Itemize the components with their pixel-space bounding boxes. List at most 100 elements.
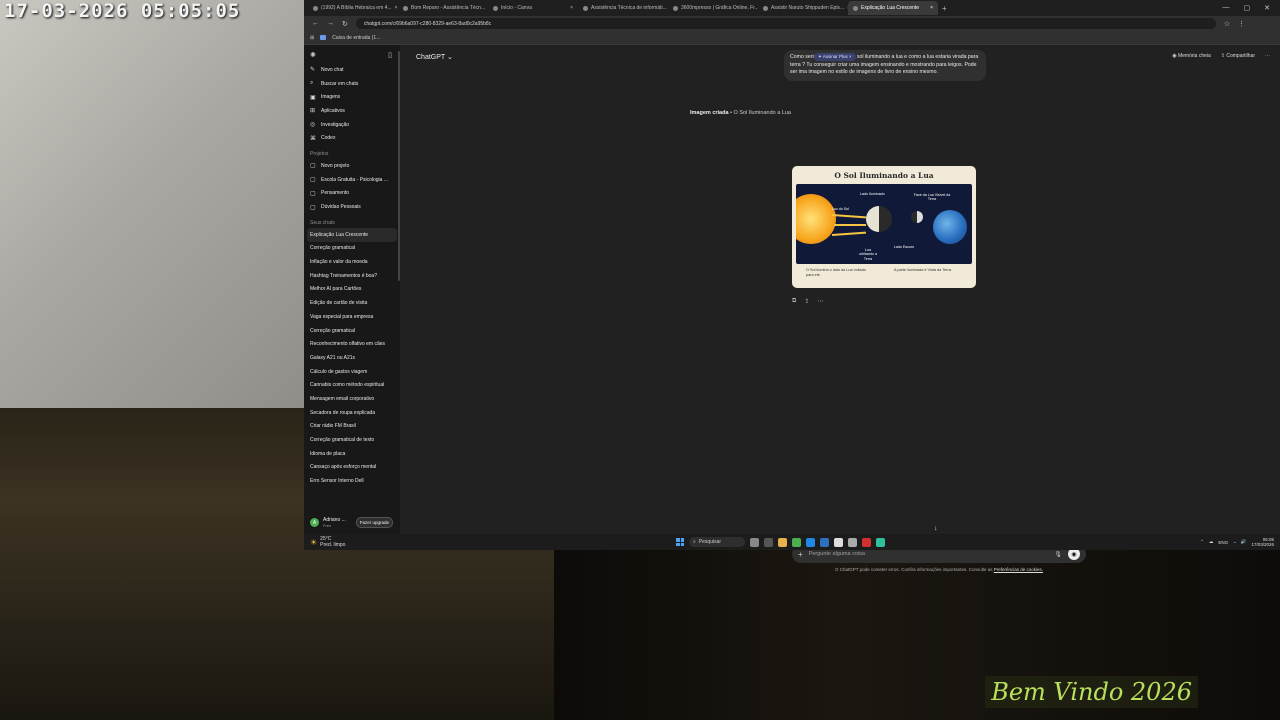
chat-history-item[interactable]: Cansaço após esforço mental: [304, 461, 400, 475]
address-bar[interactable]: chatgpt.com/c/69b6a097-c280-8329-ae63-8a…: [355, 18, 1216, 29]
chat-history-item[interactable]: Edição de cartão de visita: [304, 296, 400, 310]
windows-start-icon[interactable]: [676, 538, 684, 546]
wifi-icon[interactable]: ◔: [1233, 540, 1236, 545]
scroll-down-icon[interactable]: ↓: [934, 525, 938, 532]
chat-history-item[interactable]: Idioma de placa: [304, 447, 400, 461]
chat-history-item[interactable]: Reconhecimento olfativo em cães: [304, 337, 400, 351]
microphone-icon[interactable]: 🎙: [1054, 551, 1062, 558]
tabs: (1992) A Bíblia Hebraica em 4... × Bom Rep…: [308, 1, 938, 15]
chat-history-item[interactable]: Galaxy A21 ou A21s: [304, 351, 400, 365]
browser-tab[interactable]: Assistência Técnica de informáti...×: [578, 1, 668, 15]
sidebar-project-item[interactable]: ▢ Dúvidas Pessoais: [304, 200, 400, 214]
browser-menu-icon[interactable]: ⋮: [1238, 20, 1245, 28]
taskbar-search[interactable]: ⌕ Pesquisar: [689, 537, 745, 547]
chat-history-item[interactable]: Correção gramatical: [304, 324, 400, 338]
share-image-icon[interactable]: ⇪: [804, 298, 809, 305]
url-text: chatgpt.com/c/69b6a097-c280-8329-ae63-8a…: [363, 20, 492, 27]
reload-icon[interactable]: ↻: [342, 20, 348, 28]
sidebar-nav-item[interactable]: ⌕ Buscar em chats: [304, 77, 400, 91]
new-tab-button[interactable]: +: [942, 4, 947, 13]
infographic-scene: Luz do Sol Lado Iluminado Face da Lua Vi…: [796, 184, 972, 264]
tab-close-icon[interactable]: ×: [570, 5, 573, 11]
sidebar-nav-item[interactable]: ◎ Investigação: [304, 118, 400, 132]
chrome-icon[interactable]: [792, 537, 801, 547]
more-icon[interactable]: ⋯: [817, 298, 823, 305]
chat-history-item[interactable]: Erro Sensor Interno Dell: [304, 474, 400, 488]
memory-status[interactable]: ◉ Memória cheia: [1172, 53, 1211, 59]
share-button[interactable]: ⇪ Compartilhar: [1221, 53, 1255, 59]
store-icon[interactable]: [820, 537, 829, 547]
window-controls: — ▢ ✕: [1223, 4, 1280, 12]
task-view-icon[interactable]: [764, 537, 773, 547]
upgrade-button[interactable]: Fazer upgrade: [355, 517, 394, 528]
forward-icon[interactable]: →: [327, 20, 334, 27]
chat-history-item[interactable]: Correção gramatical de texto: [304, 433, 400, 447]
tab-label: Assistir Naruto Shippuden Epis...: [771, 5, 845, 11]
image-caption: Imagem criada • O Sol Iluminando a Lua: [690, 110, 791, 116]
sidebar-nav-item[interactable]: ▣ Imagens: [304, 90, 400, 104]
generated-image[interactable]: O Sol Iluminando a Lua Luz do Sol Lado I…: [792, 166, 976, 288]
infographic-footer: O Sol ilumina o lado da Lua voltado para…: [796, 265, 972, 284]
app-icon[interactable]: [862, 537, 871, 547]
chat-history-item[interactable]: Melhor AI para Cartões: [304, 283, 400, 297]
attach-plus-icon[interactable]: +: [798, 550, 803, 559]
app-icon[interactable]: [848, 537, 857, 547]
browser-tab[interactable]: Início - Canva ×: [488, 1, 578, 15]
model-selector[interactable]: ChatGPT ⌄: [416, 53, 453, 61]
app-icon[interactable]: [876, 537, 885, 547]
copy-icon[interactable]: ⧉: [792, 298, 796, 305]
close-icon[interactable]: ✕: [1264, 4, 1270, 12]
browser-tab[interactable]: Explicação Lua Crescente ×: [848, 1, 938, 15]
chat-history-item[interactable]: Correção gramatical: [304, 242, 400, 256]
chat-history-item[interactable]: Vaga especial para empresa: [304, 310, 400, 324]
more-options-icon[interactable]: ⋯: [1265, 53, 1270, 59]
chat-history-item[interactable]: Mensagem email corporativo: [304, 392, 400, 406]
chat-history-item[interactable]: Secadora de roupa explicada: [304, 406, 400, 420]
widget-icon[interactable]: [750, 537, 759, 547]
earth-illustration: [933, 210, 967, 244]
lang-indicator[interactable]: ENG: [1218, 540, 1228, 545]
chat-history-item[interactable]: Cannabis como método espiritual: [304, 378, 400, 392]
back-icon[interactable]: ←: [312, 20, 319, 27]
browser-tab[interactable]: 3600mpresso | Gráfica Online, Fr...×: [668, 1, 758, 15]
tray-chevron-icon[interactable]: ⌃: [1200, 539, 1204, 545]
sidebar-project-item[interactable]: ▢ Pensamento: [304, 187, 400, 201]
clock[interactable]: 05:05 17/03/2026: [1251, 537, 1274, 548]
apps-icon[interactable]: ⊞: [310, 35, 314, 41]
chat-history-item[interactable]: Explicação Lua Crescente: [307, 227, 397, 242]
search-icon: ⌕: [693, 539, 696, 545]
bookmark-inbox[interactable]: Caixa de entrada (1...: [332, 35, 380, 41]
sidebar-nav-item[interactable]: ⌘ Codex: [304, 131, 400, 145]
bookmark-star-icon[interactable]: ☆: [1224, 20, 1230, 28]
chat-history-item[interactable]: Hashtag Treinamentos é boa?: [304, 269, 400, 283]
browser-tab[interactable]: Bom Reparo - Assistência Técn...×: [398, 1, 488, 15]
sidebar-project-item[interactable]: ▢ Escola Gratuita - Psicologia ...: [304, 173, 400, 187]
sidebar-project-item[interactable]: ▢ Novo projeto: [304, 159, 400, 173]
openai-logo-icon[interactable]: ✺: [310, 51, 316, 59]
maximize-icon[interactable]: ▢: [1244, 4, 1251, 12]
prompt-input[interactable]: [808, 551, 1049, 557]
subscribe-plus-chip[interactable]: ✦ Assinar Plus ×: [814, 53, 856, 61]
sidebar-nav-item[interactable]: ⊞ Aplicativos: [304, 104, 400, 118]
cookie-preferences-link[interactable]: Preferências de cookies.: [994, 567, 1043, 572]
file-explorer-icon[interactable]: [778, 537, 787, 547]
tab-label: Explicação Lua Crescente: [861, 5, 920, 11]
sidebar-nav-item[interactable]: ✎ Novo chat: [304, 63, 400, 77]
label-sunlight: Luz do Sol: [832, 207, 849, 211]
browser-tab[interactable]: Assistir Naruto Shippuden Epis...×: [758, 1, 848, 15]
app-icon[interactable]: [834, 537, 843, 547]
browser-tab[interactable]: (1992) A Bíblia Hebraica em 4... ×: [308, 1, 398, 15]
volume-icon[interactable]: 🔊: [1241, 539, 1247, 545]
chat-history-item[interactable]: Criar rádio FM Brasil: [304, 420, 400, 434]
toggle-sidebar-icon[interactable]: ▯: [388, 51, 392, 59]
user-menu[interactable]: A Adriano ... Free Fazer upgrade: [304, 517, 400, 528]
chat-history-item[interactable]: Inflação e valor da moeda: [304, 255, 400, 269]
minimize-icon[interactable]: —: [1223, 4, 1230, 12]
cloud-icon[interactable]: ☁: [1209, 539, 1214, 545]
tab-close-icon[interactable]: ×: [930, 5, 933, 11]
chat-history-item[interactable]: Cálculo de gastos viagem: [304, 365, 400, 379]
weather-widget[interactable]: ☀ 25°C Pred. limpo: [304, 536, 345, 548]
edge-icon[interactable]: [806, 537, 815, 547]
sidebar: ✺ ▯ ✎ Novo chat ⌕ Buscar em chats ▣ Imagens ⊞ A…: [304, 45, 400, 534]
footer-left-text: O Sol ilumina o lado da Lua voltado para…: [806, 268, 866, 277]
